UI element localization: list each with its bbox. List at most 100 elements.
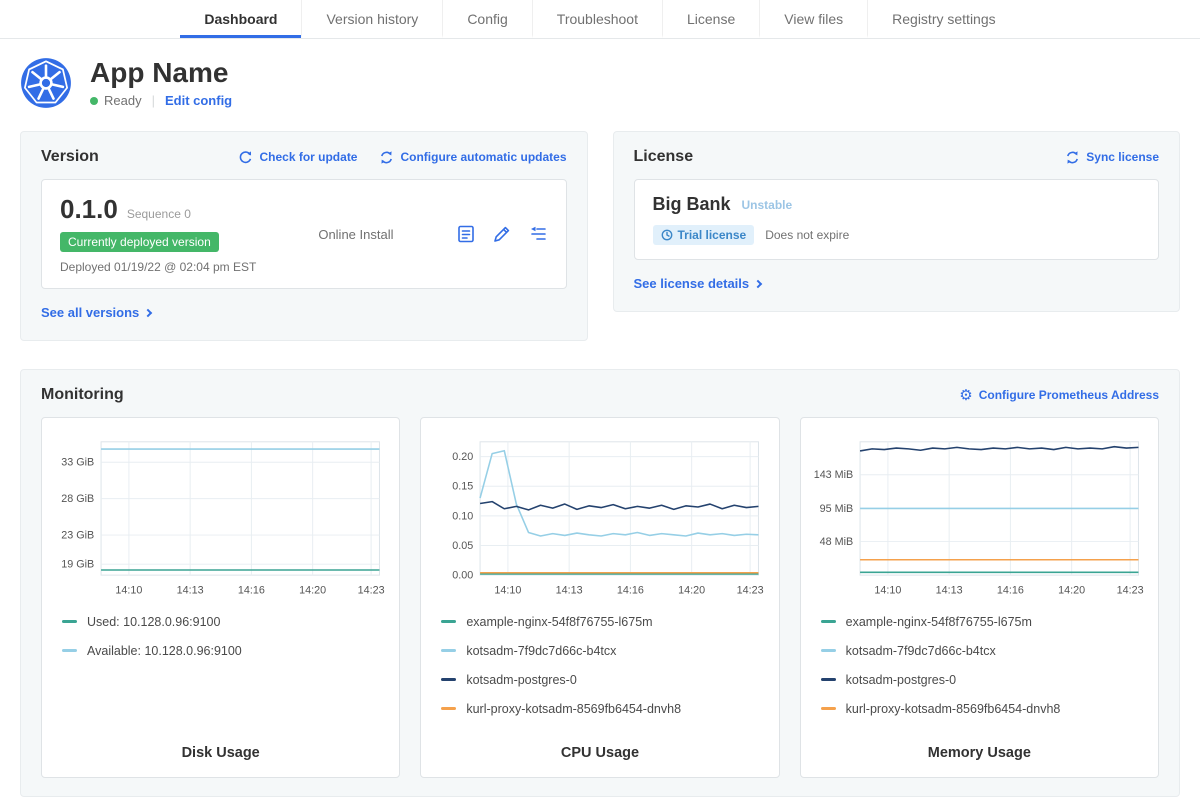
monitoring-charts-row: 19 GiB23 GiB28 GiB33 GiB14:1014:1314:161… <box>41 417 1159 778</box>
version-card-header: Version Check for update <box>41 148 567 166</box>
legend-swatch <box>441 707 456 710</box>
license-box: Big Bank Unstable Trial license Does not… <box>634 179 1160 260</box>
license-name-row: Big Bank Unstable <box>653 194 1141 215</box>
app-header-text: App Name Ready | Edit config <box>90 58 232 109</box>
svg-text:14:20: 14:20 <box>299 585 326 597</box>
disk-usage-chart: 19 GiB23 GiB28 GiB33 GiB14:1014:1314:161… <box>54 432 387 601</box>
disk-usage-panel: 19 GiB23 GiB28 GiB33 GiB14:1014:1314:161… <box>41 417 400 778</box>
legend-item: kotsadm-postgres-0 <box>441 673 766 687</box>
deployed-version-badge: Currently deployed version <box>60 232 219 252</box>
version-card-title: Version <box>41 148 99 166</box>
legend-swatch <box>441 649 456 652</box>
legend-label: kotsadm-postgres-0 <box>846 673 956 687</box>
svg-text:14:23: 14:23 <box>1116 585 1143 597</box>
legend-label: kurl-proxy-kotsadm-8569fb6454-dnvh8 <box>466 702 681 716</box>
customer-name: Big Bank <box>653 194 731 215</box>
tab-dashboard[interactable]: Dashboard <box>180 0 301 38</box>
svg-text:14:10: 14:10 <box>874 585 901 597</box>
memory-usage-chart: 48 MiB95 MiB143 MiB14:1014:1314:1614:201… <box>813 432 1146 601</box>
see-license-details-label: See license details <box>634 276 750 291</box>
tab-view-files[interactable]: View files <box>759 0 867 38</box>
legend-swatch <box>821 620 836 623</box>
svg-text:143 MiB: 143 MiB <box>813 469 853 481</box>
tab-version-history[interactable]: Version history <box>301 0 442 38</box>
svg-text:95 MiB: 95 MiB <box>819 503 853 515</box>
legend-label: Available: 10.128.0.96:9100 <box>87 644 242 658</box>
legend-swatch <box>62 620 77 623</box>
see-all-versions-link[interactable]: See all versions <box>41 305 151 320</box>
chart-title: Disk Usage <box>54 731 387 771</box>
legend-swatch <box>821 649 836 652</box>
cards-row: Version Check for update <box>20 131 1180 341</box>
status-dot-icon <box>90 97 98 105</box>
svg-text:0.20: 0.20 <box>453 451 474 463</box>
legend-swatch <box>821 678 836 681</box>
sync-license-label: Sync license <box>1086 150 1159 164</box>
legend-item: example-nginx-54f8f76755-l675m <box>441 615 766 629</box>
configure-prometheus-label: Configure Prometheus Address <box>979 388 1159 402</box>
kubernetes-logo-icon <box>20 57 72 109</box>
legend-label: example-nginx-54f8f76755-l675m <box>466 615 652 629</box>
gear-icon: ⚙ <box>959 388 972 403</box>
tab-license[interactable]: License <box>662 0 759 38</box>
configure-prometheus-link[interactable]: ⚙ Configure Prometheus Address <box>959 388 1159 403</box>
page-content: App Name Ready | Edit config Version <box>20 57 1180 797</box>
svg-text:19 GiB: 19 GiB <box>61 559 94 571</box>
svg-text:33 GiB: 33 GiB <box>61 457 94 469</box>
legend-label: example-nginx-54f8f76755-l675m <box>846 615 1032 629</box>
svg-text:0.05: 0.05 <box>453 540 474 552</box>
configure-automatic-updates-link[interactable]: Configure automatic updates <box>379 150 566 165</box>
version-card-actions: Check for update Configure automatic upd… <box>238 150 566 165</box>
svg-text:14:16: 14:16 <box>617 585 644 597</box>
monitoring-card: Monitoring ⚙ Configure Prometheus Addres… <box>20 369 1180 797</box>
svg-text:14:16: 14:16 <box>238 585 265 597</box>
svg-text:14:23: 14:23 <box>737 585 764 597</box>
legend-item: kurl-proxy-kotsadm-8569fb6454-dnvh8 <box>821 702 1146 716</box>
tab-registry-settings[interactable]: Registry settings <box>867 0 1019 38</box>
see-all-versions-label: See all versions <box>41 305 139 320</box>
install-type-label: Online Install <box>318 227 393 242</box>
svg-text:14:20: 14:20 <box>679 585 706 597</box>
edit-config-icon[interactable] <box>492 224 512 244</box>
legend-item: kotsadm-7f9dc7d66c-b4tcx <box>821 644 1146 658</box>
legend-item: kotsadm-7f9dc7d66c-b4tcx <box>441 644 766 658</box>
see-license-details-link[interactable]: See license details <box>634 276 762 291</box>
license-card-title: License <box>634 148 694 166</box>
trial-license-label: Trial license <box>678 228 747 242</box>
edit-config-link[interactable]: Edit config <box>165 93 232 108</box>
version-card: Version Check for update <box>20 131 588 341</box>
svg-text:28 GiB: 28 GiB <box>61 493 94 505</box>
version-action-icons <box>456 224 548 244</box>
legend-item: kurl-proxy-kotsadm-8569fb6454-dnvh8 <box>441 702 766 716</box>
top-navigation: Dashboard Version history Config Trouble… <box>0 0 1200 39</box>
svg-text:14:13: 14:13 <box>935 585 962 597</box>
configure-automatic-updates-label: Configure automatic updates <box>400 150 566 164</box>
memory-usage-panel: 48 MiB95 MiB143 MiB14:1014:1314:1614:201… <box>800 417 1159 778</box>
sync-license-link[interactable]: Sync license <box>1065 150 1159 165</box>
svg-text:14:16: 14:16 <box>997 585 1024 597</box>
legend-item: Available: 10.128.0.96:9100 <box>62 644 387 658</box>
svg-text:14:13: 14:13 <box>556 585 583 597</box>
legend-item: kotsadm-postgres-0 <box>821 673 1146 687</box>
chevron-right-icon <box>754 279 762 287</box>
tab-troubleshoot[interactable]: Troubleshoot <box>532 0 662 38</box>
tab-config[interactable]: Config <box>442 0 531 38</box>
svg-text:0.15: 0.15 <box>453 481 474 493</box>
legend-label: kotsadm-7f9dc7d66c-b4tcx <box>846 644 996 658</box>
legend-label: Used: 10.128.0.96:9100 <box>87 615 220 629</box>
monitoring-header: Monitoring ⚙ Configure Prometheus Addres… <box>41 386 1159 404</box>
release-notes-icon[interactable] <box>456 224 476 244</box>
app-header: App Name Ready | Edit config <box>20 57 1180 109</box>
version-number-row: 0.1.0 Sequence 0 <box>60 194 256 225</box>
app-status: Ready <box>104 93 142 108</box>
channel-label: Unstable <box>742 198 793 212</box>
legend-item: Used: 10.128.0.96:9100 <box>62 615 387 629</box>
diff-versions-icon[interactable] <box>528 224 548 244</box>
chart-title: CPU Usage <box>433 731 766 771</box>
check-for-update-link[interactable]: Check for update <box>238 150 357 165</box>
cpu-usage-panel: 0.000.050.100.150.2014:1014:1314:1614:20… <box>420 417 779 778</box>
svg-text:0.00: 0.00 <box>453 570 474 582</box>
svg-text:14:10: 14:10 <box>115 585 142 597</box>
cpu-usage-legend: example-nginx-54f8f76755-l675m kotsadm-7f… <box>433 615 766 731</box>
license-card-header: License Sync license <box>634 148 1160 166</box>
